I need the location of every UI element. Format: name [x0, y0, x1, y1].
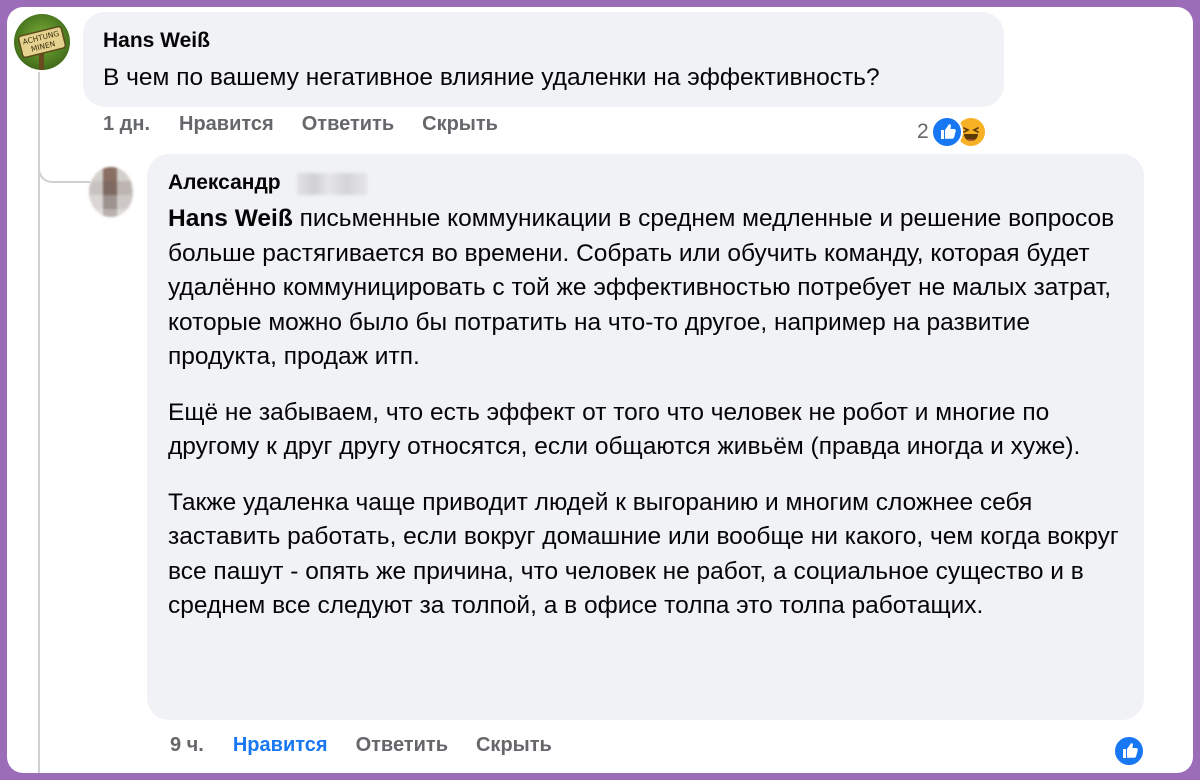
comment-paragraph: Также удаленка чаще приводит людей к выг…	[168, 488, 1119, 620]
like-icon	[930, 116, 963, 148]
reaction-count: 2	[917, 120, 929, 143]
reply-button[interactable]: Ответить	[302, 113, 394, 136]
reply-button[interactable]: Ответить	[356, 734, 448, 757]
avatar[interactable]	[89, 167, 133, 217]
comment-thread: ACHTUNG MINEN Hans Weiß В чем по вашему …	[7, 7, 1193, 773]
comment-author[interactable]: Александр	[168, 171, 281, 195]
comment-author[interactable]: Hans Weiß	[103, 29, 210, 53]
comment-timestamp[interactable]: 9 ч.	[170, 734, 204, 757]
comment-actions: 1 дн. Нравится Ответить Скрыть	[103, 113, 498, 136]
comment-paragraph: Ещё не забываем, что есть эффект от того…	[168, 398, 1081, 461]
avatar[interactable]: ACHTUNG MINEN	[14, 14, 70, 70]
hide-button[interactable]: Скрыть	[476, 734, 552, 757]
like-icon	[1113, 735, 1145, 767]
comment-text: Hans Weiß письменные коммуникации в сред…	[168, 202, 1133, 645]
reply-connector	[38, 157, 90, 183]
mention-link[interactable]: Hans Weiß	[168, 205, 293, 232]
comment-timestamp[interactable]: 1 дн.	[103, 113, 150, 136]
comment-text: В чем по вашему негативное влияние удале…	[103, 64, 880, 91]
redacted-surname	[297, 173, 367, 195]
like-button[interactable]: Нравится	[179, 113, 274, 136]
paragraph-text: письменные коммуникации в среднем медлен…	[168, 205, 1115, 370]
reactions-summary[interactable]: 2	[917, 115, 987, 149]
hide-button[interactable]: Скрыть	[422, 113, 498, 136]
comment-actions: 9 ч. Нравится Ответить Скрыть	[170, 734, 552, 757]
reactions-summary[interactable]	[1113, 735, 1145, 767]
comment-paragraph: Hans Weiß письменные коммуникации в сред…	[168, 202, 1133, 375]
like-button[interactable]: Нравится	[233, 734, 328, 757]
